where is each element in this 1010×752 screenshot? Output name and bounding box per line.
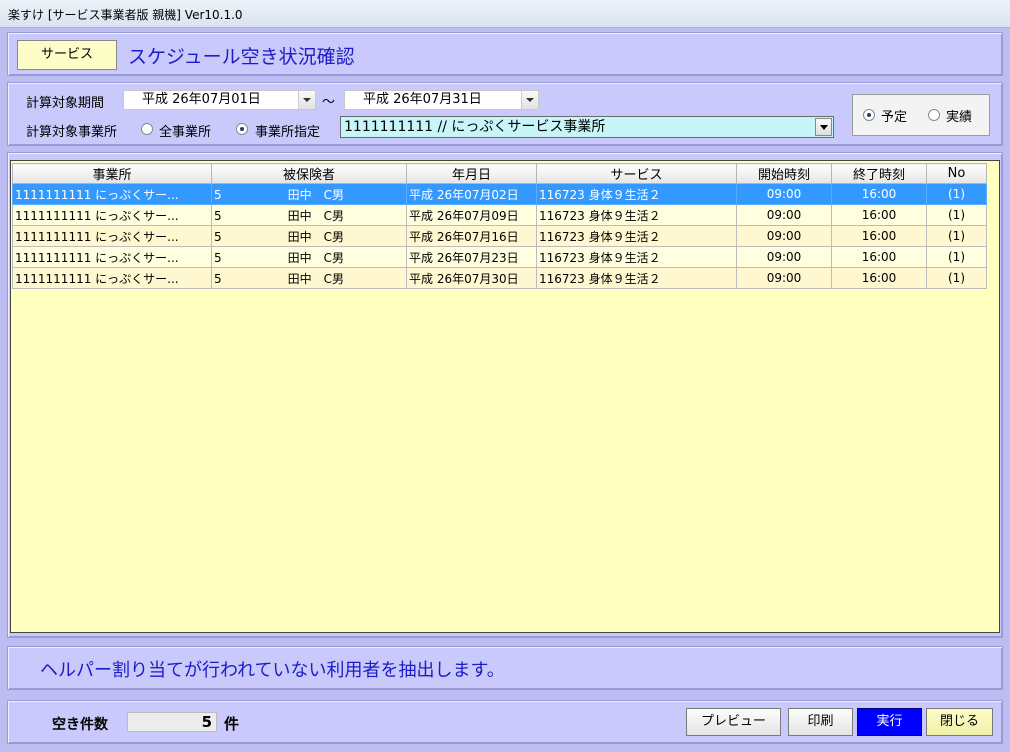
chevron-down-icon[interactable] [521,91,538,109]
info-message: ヘルパー割り当てが行われていない利用者を抽出します。 [40,660,505,681]
cell-no: (1) [926,183,987,205]
cell-name: 田中 C男 [287,250,345,265]
cell-insured: 5 田中 C男 [211,267,407,289]
cell-ins-no: 5 [214,187,222,202]
actual-radio[interactable] [928,109,940,121]
run-button[interactable]: 実行 [857,708,922,736]
column-header-office[interactable]: 事業所 [12,163,212,184]
table-row[interactable]: 1111111111 にっぷくサー... 5 田中 C男 平成 26年07月16日… [12,225,987,247]
cell-office: 1111111111 にっぷくサー... [12,183,212,205]
cell-insured: 5 田中 C男 [211,204,407,226]
chevron-down-icon[interactable] [298,91,315,109]
cell-date: 平成 26年07月02日 [406,183,537,205]
cell-no: (1) [926,267,987,289]
cell-office: 1111111111 にっぷくサー... [12,246,212,268]
table-row[interactable]: 1111111111 にっぷくサー... 5 田中 C男 平成 26年07月30日… [12,267,987,289]
vacancy-grid[interactable]: 事業所 被保険者 年月日 サービス 開始時刻 終了時刻 No 111111111… [10,160,1000,633]
office-all-label[interactable]: 全事業所 [159,121,211,140]
cell-start: 09:00 [736,225,832,247]
cell-office: 1111111111 にっぷくサー... [12,267,212,289]
cell-ins-no: 5 [214,250,222,265]
cell-service: 116723 身体９生活２ [536,204,737,226]
cell-service: 116723 身体９生活２ [536,267,737,289]
count-value: 5 [127,712,217,732]
column-header-insured[interactable]: 被保険者 [211,163,407,184]
table-row[interactable]: 1111111111 にっぷくサー... 5 田中 C男 平成 26年07月23日… [12,246,987,268]
cell-end: 16:00 [831,246,927,268]
chevron-down-icon[interactable] [815,118,832,136]
office-all-radio[interactable] [141,123,153,135]
planned-radio[interactable] [863,109,875,121]
period-from-dropdown[interactable]: 平成 26年07月01日 [123,90,316,110]
office-specified-label[interactable]: 事業所指定 [255,121,320,140]
cell-ins-no: 5 [214,271,222,286]
cell-no: (1) [926,225,987,247]
cell-name: 田中 C男 [287,271,345,286]
period-to-dropdown[interactable]: 平成 26年07月31日 [344,90,539,110]
period-label: 計算対象期間 [26,96,105,111]
table-row[interactable]: 1111111111 にっぷくサー... 5 田中 C男 平成 26年07月09日… [12,204,987,226]
vacancy-table: 事業所 被保険者 年月日 サービス 開始時刻 終了時刻 No 111111111… [12,163,987,289]
page-title: スケジュール空き状況確認 [128,46,355,68]
office-label: 計算対象事業所 [26,125,118,140]
planned-label[interactable]: 予定 [881,106,907,125]
office-select-value: 1111111111 // にっぷくサービス事業所 [344,119,606,135]
preview-button[interactable]: プレビュー [686,708,781,736]
cell-service: 116723 身体９生活２ [536,225,737,247]
column-header-start[interactable]: 開始時刻 [736,163,832,184]
cell-date: 平成 26年07月30日 [406,267,537,289]
table-row[interactable]: 1111111111 にっぷくサー... 5 田中 C男 平成 26年07月02日… [12,183,987,205]
office-specified-radio[interactable] [236,123,248,135]
print-button[interactable]: 印刷 [788,708,853,736]
period-separator: ～ [322,95,336,110]
window-title: 楽すけ [サービス事業者版 親機] Ver10.1.0 [8,8,243,22]
cell-end: 16:00 [831,204,927,226]
cell-end: 16:00 [831,183,927,205]
cell-name: 田中 C男 [287,208,345,223]
table-header-row: 事業所 被保険者 年月日 サービス 開始時刻 終了時刻 No [12,163,987,184]
schedule-type-group: 予定 実績 [852,94,990,136]
cell-date: 平成 26年07月16日 [406,225,537,247]
cell-start: 09:00 [736,183,832,205]
cell-insured: 5 田中 C男 [211,225,407,247]
cell-name: 田中 C男 [287,187,345,202]
cell-service: 116723 身体９生活２ [536,183,737,205]
cell-insured: 5 田中 C男 [211,246,407,268]
cell-end: 16:00 [831,225,927,247]
cell-ins-no: 5 [214,208,222,223]
cell-start: 09:00 [736,267,832,289]
count-unit: 件 [224,715,240,733]
close-button[interactable]: 閉じる [926,708,993,736]
cell-office: 1111111111 にっぷくサー... [12,225,212,247]
window-titlebar: 楽すけ [サービス事業者版 親機] Ver10.1.0 [0,0,1010,28]
cell-no: (1) [926,246,987,268]
cell-name: 田中 C男 [287,229,345,244]
count-label: 空き件数 [52,717,108,733]
cell-no: (1) [926,204,987,226]
cell-start: 09:00 [736,246,832,268]
actual-label[interactable]: 実績 [946,106,972,125]
column-header-no[interactable]: No [926,163,987,184]
period-to-value: 平成 26年07月31日 [363,92,482,107]
cell-office: 1111111111 にっぷくサー... [12,204,212,226]
column-header-service[interactable]: サービス [536,163,737,184]
cell-ins-no: 5 [214,229,222,244]
column-header-end[interactable]: 終了時刻 [831,163,927,184]
column-header-date[interactable]: 年月日 [406,163,537,184]
cell-date: 平成 26年07月23日 [406,246,537,268]
office-select[interactable]: 1111111111 // にっぷくサービス事業所 [340,116,834,138]
service-button[interactable]: サービス [17,40,117,70]
cell-end: 16:00 [831,267,927,289]
cell-date: 平成 26年07月09日 [406,204,537,226]
cell-insured: 5 田中 C男 [211,183,407,205]
period-from-value: 平成 26年07月01日 [142,92,261,107]
cell-start: 09:00 [736,204,832,226]
cell-service: 116723 身体９生活２ [536,246,737,268]
